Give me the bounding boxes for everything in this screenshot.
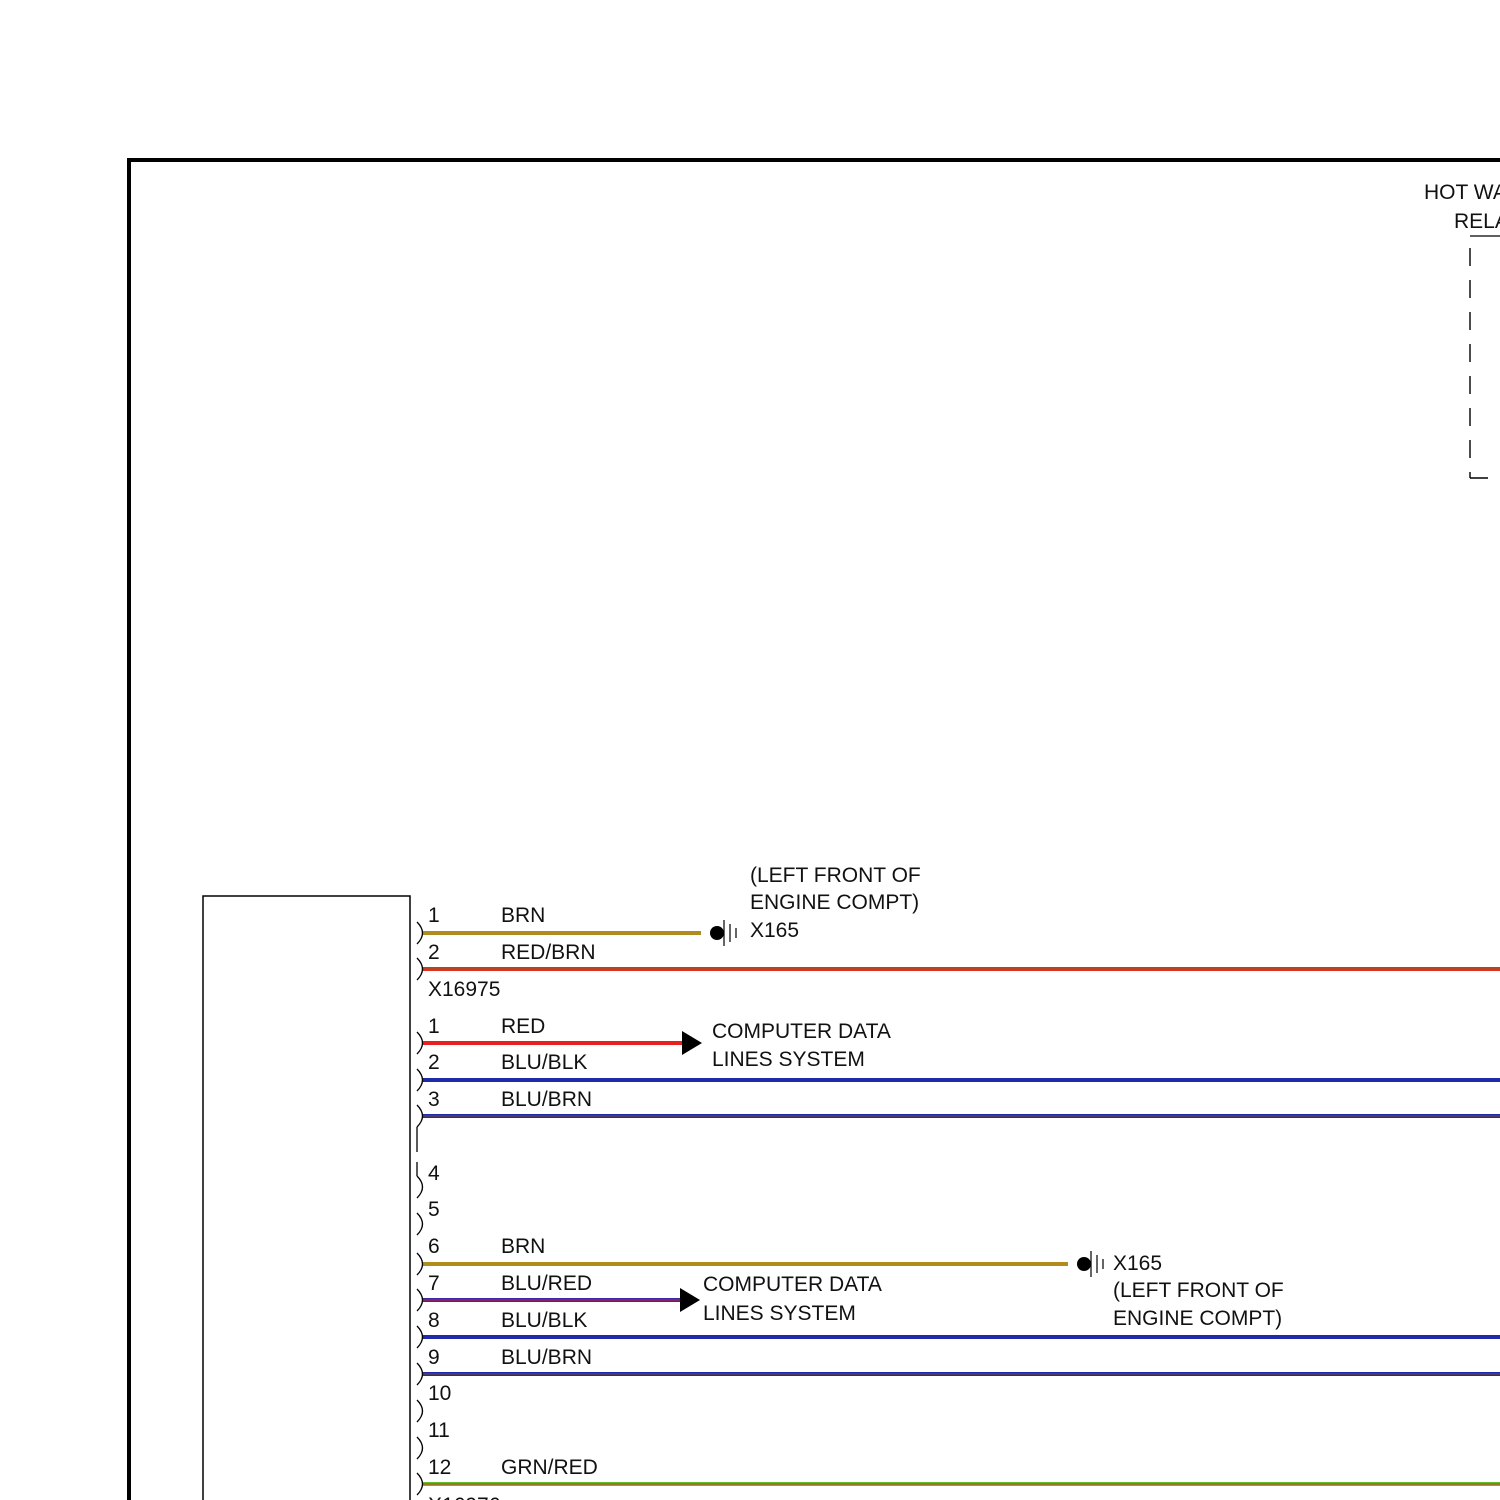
pin-number: 1 (428, 1015, 440, 1038)
ground-location-line1: (LEFT FRONT OF (1113, 1279, 1284, 1302)
pin-number: 4 (428, 1162, 440, 1185)
terminal-bracket (416, 1325, 424, 1349)
arrow-icon (682, 1031, 702, 1055)
connector-id: X16976 (428, 1494, 500, 1500)
pin-number: 5 (428, 1198, 440, 1221)
terminal-bracket (416, 1068, 424, 1092)
ground-splice-dot (1077, 1257, 1091, 1271)
arrow-label-line2: LINES SYSTEM (703, 1302, 856, 1325)
ground-splice-dot (710, 926, 724, 940)
pin-number: 8 (428, 1309, 440, 1332)
pin-number: 1 (428, 904, 440, 927)
arrow-label-line2: LINES SYSTEM (712, 1048, 865, 1071)
computer-data-lines-arrow-bottom: COMPUTER DATA LINES SYSTEM (680, 1273, 882, 1325)
terminal-bracket (416, 1362, 424, 1386)
ground-x165-top: (LEFT FRONT OF ENGINE COMPT) X165 (710, 864, 921, 946)
wire-color-label: BLU/BRN (501, 1346, 592, 1369)
ground-id: X165 (750, 919, 799, 942)
connector-x16976: 1 RED 2 BLU/BLK 3 BLU/BRN 4 5 6 BRN 7 BL… (422, 1015, 1500, 1500)
pin-number: 10 (428, 1382, 451, 1405)
wiring-diagram: HOT WA RELA 1 BRN 2 RED/BRN X16975 (LEFT… (127, 158, 1500, 1500)
ground-location-line2: ENGINE COMPT) (750, 891, 919, 914)
terminal-bracket (416, 921, 424, 945)
terminal-bracket (416, 1252, 424, 1276)
wire-color-label: RED (501, 1015, 545, 1038)
wire-color-label: BRN (501, 1235, 545, 1258)
connector-terminals (416, 921, 424, 1496)
terminal-bracket (416, 1104, 424, 1128)
terminal-bracket (416, 1472, 424, 1496)
ground-location-line2: ENGINE COMPT) (1113, 1307, 1282, 1330)
arrow-label-line1: COMPUTER DATA (712, 1020, 891, 1043)
wire-color-label: RED/BRN (501, 941, 596, 964)
pin-number: 2 (428, 941, 440, 964)
arrow-icon (680, 1288, 700, 1312)
wire-color-label: BLU/RED (501, 1272, 592, 1295)
pin-number: 12 (428, 1456, 451, 1479)
control-module (202, 895, 411, 1500)
hot-water-relay: HOT WA RELA (1424, 181, 1500, 479)
pin-number: 3 (428, 1088, 440, 1111)
terminal-bracket (416, 1288, 424, 1312)
arrow-label-line1: COMPUTER DATA (703, 1273, 882, 1296)
pin-number: 11 (428, 1419, 450, 1442)
terminal-bracket (416, 1031, 424, 1055)
terminal-bracket (416, 1175, 424, 1199)
connector-id: X16975 (428, 978, 500, 1001)
pin-number: 2 (428, 1051, 440, 1074)
ground-x165-bottom: X165 (LEFT FRONT OF ENGINE COMPT) (1077, 1251, 1284, 1330)
ground-location-line1: (LEFT FRONT OF (750, 864, 921, 887)
relay-label-line1: HOT WA (1424, 181, 1500, 204)
terminal-bracket (416, 1436, 424, 1460)
pin-number: 7 (428, 1272, 440, 1295)
connector-x16975: 1 BRN 2 RED/BRN X16975 (422, 904, 1500, 1001)
wire-color-label: GRN/RED (501, 1456, 598, 1479)
terminal-bracket (416, 1399, 424, 1423)
wire-color-label: BRN (501, 904, 545, 927)
terminal-bracket (416, 1212, 424, 1236)
computer-data-lines-arrow-top: COMPUTER DATA LINES SYSTEM (682, 1020, 891, 1071)
wire-color-label: BLU/BLK (501, 1051, 587, 1074)
relay-label-line2: RELA (1454, 210, 1500, 233)
pin-number: 9 (428, 1346, 440, 1369)
terminal-bracket (416, 957, 424, 981)
pin-number: 6 (428, 1235, 440, 1258)
wire-color-label: BLU/BLK (501, 1309, 587, 1332)
ground-id: X165 (1113, 1252, 1162, 1275)
wire-color-label: BLU/BRN (501, 1088, 592, 1111)
